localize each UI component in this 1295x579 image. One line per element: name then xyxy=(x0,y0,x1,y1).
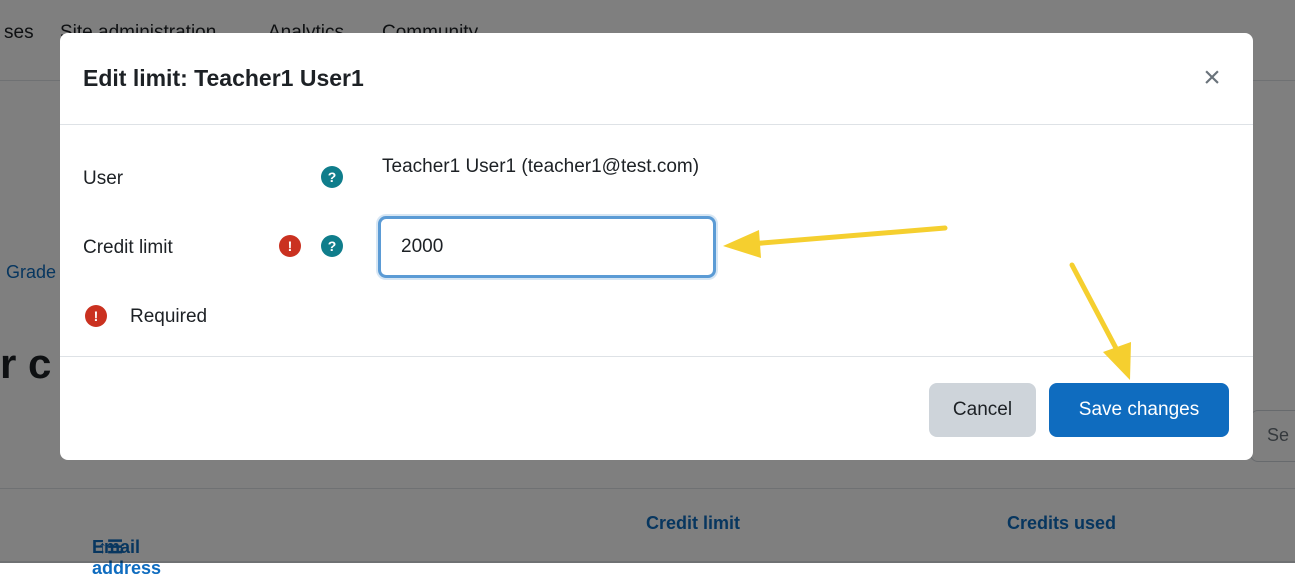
dialog-footer: Cancel Save changes xyxy=(60,356,1253,460)
dialog-header: Edit limit: Teacher1 User1 × xyxy=(60,33,1253,125)
help-icon[interactable]: ? xyxy=(321,235,343,257)
required-icon: ! xyxy=(279,235,301,257)
required-legend-text: Required xyxy=(130,306,208,327)
required-legend-icon: ! xyxy=(85,305,107,327)
dialog-title: Edit limit: Teacher1 User1 xyxy=(83,65,364,91)
credit-limit-label: Credit limit xyxy=(83,237,173,258)
help-icon[interactable]: ? xyxy=(321,166,343,188)
user-label: User xyxy=(83,168,124,189)
cancel-button[interactable]: Cancel xyxy=(929,383,1036,437)
close-button[interactable]: × xyxy=(1197,63,1227,93)
save-changes-button[interactable]: Save changes xyxy=(1049,383,1229,437)
edit-limit-dialog: Edit limit: Teacher1 User1 × User ? Teac… xyxy=(60,33,1253,460)
credit-limit-input[interactable] xyxy=(378,216,716,278)
user-value: Teacher1 User1 (teacher1@test.com) xyxy=(382,156,700,177)
